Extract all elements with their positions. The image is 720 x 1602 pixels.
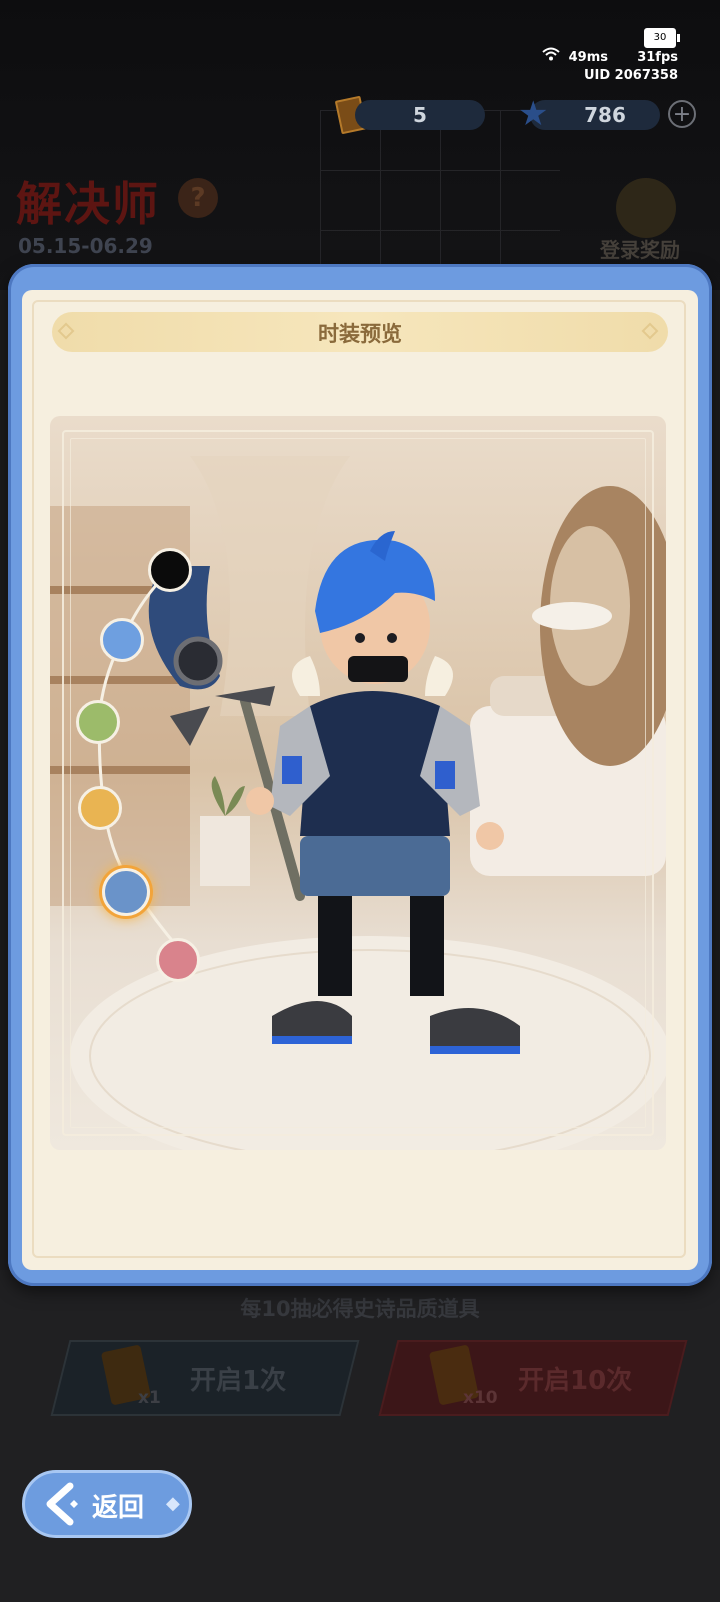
- screen: 30 49ms 31fps UID 2067358 5 786 ★ + 解决师 …: [0, 0, 720, 1602]
- draw-once-cost: x1: [138, 1388, 161, 1408]
- fps-text: 31fps: [637, 50, 678, 65]
- color-swatch-blue[interactable]: [100, 618, 144, 662]
- back-decoration-icon: ◆: [166, 1493, 180, 1514]
- color-swatch-steel-blue[interactable]: [102, 868, 150, 916]
- draw-ten-label: 开启10次: [518, 1366, 633, 1396]
- wifi-icon: [542, 47, 560, 65]
- event-date-range: 05.15-06.29: [18, 234, 153, 258]
- draw-ten-cost: x10: [463, 1388, 498, 1408]
- color-swatch-pink[interactable]: [156, 938, 200, 982]
- modal-title: 时装预览: [318, 322, 402, 346]
- add-currency-button[interactable]: +: [668, 100, 696, 128]
- color-swatch-black[interactable]: [148, 548, 192, 592]
- battery-indicator: 30: [644, 28, 680, 48]
- background-grid: [320, 110, 560, 270]
- help-icon[interactable]: ?: [178, 178, 218, 218]
- login-reward-icon[interactable]: [616, 178, 676, 238]
- event-title: 解决师: [16, 177, 160, 231]
- draw-once-label: 开启1次: [190, 1366, 287, 1396]
- color-swatch-green[interactable]: [76, 700, 120, 744]
- color-swatch-yellow[interactable]: [78, 786, 122, 830]
- back-button-label: 返回: [92, 1493, 145, 1523]
- uid-text: UID 2067358: [583, 68, 678, 83]
- ping-text: 49ms: [568, 50, 608, 65]
- login-reward-label[interactable]: 登录奖励: [600, 234, 680, 263]
- star-count: 786: [530, 100, 660, 130]
- back-arrow-icon: [40, 1480, 84, 1528]
- star-icon: ★: [518, 94, 549, 134]
- ticket-count: 5: [355, 100, 485, 130]
- guarantee-text: 每10抽必得史诗品质道具: [240, 1297, 480, 1321]
